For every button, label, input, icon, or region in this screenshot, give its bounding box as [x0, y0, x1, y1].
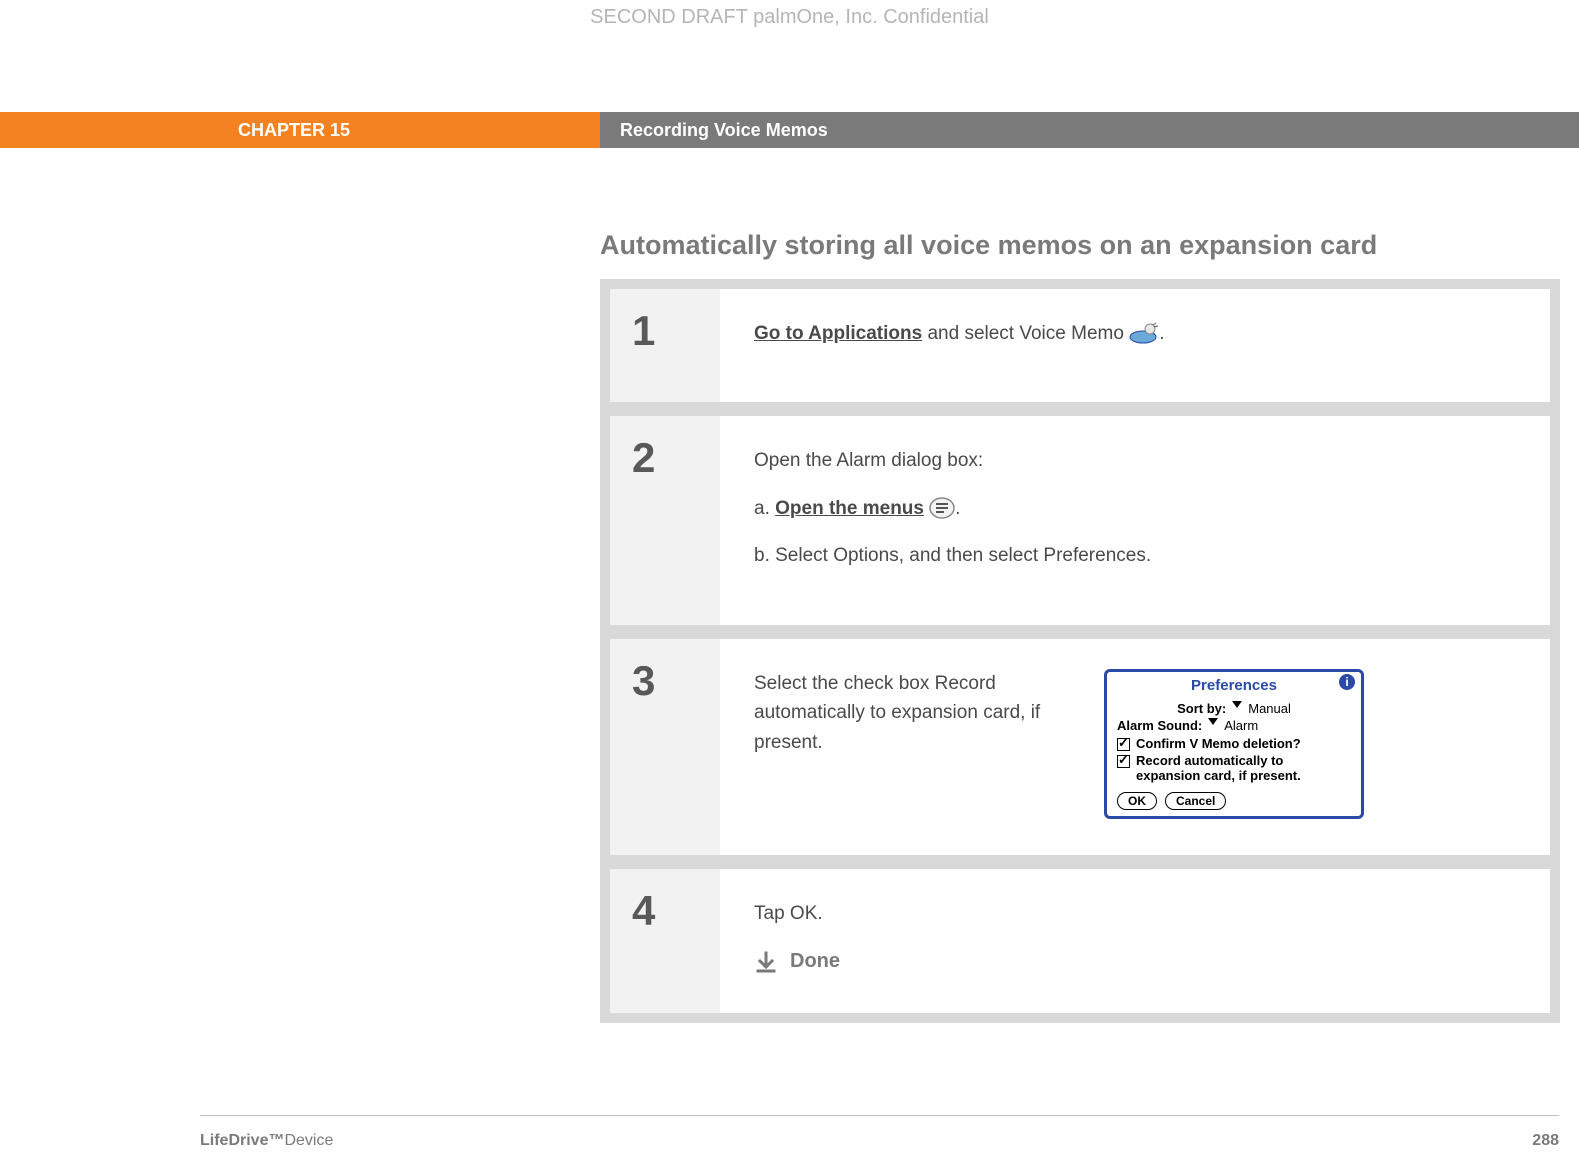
record-auto-checkbox[interactable] [1117, 755, 1130, 768]
sortby-label: Sort by: [1177, 701, 1226, 718]
record-auto-label: Record automatically to expansion card, … [1136, 754, 1351, 784]
step3-text: Select the check box Record automaticall… [754, 669, 1074, 757]
device-name: LifeDrive™Device [200, 1132, 333, 1150]
dropdown-icon[interactable] [1232, 701, 1242, 708]
preferences-title: Preferences i [1107, 672, 1361, 697]
done-arrow-icon [754, 950, 778, 974]
chapter-title: Recording Voice Memos [600, 112, 1579, 148]
step1-text: and select Voice Memo [922, 323, 1129, 344]
step2b: b. Select Options, and then select Prefe… [754, 541, 1516, 570]
confirm-deletion-checkbox[interactable] [1117, 738, 1130, 751]
device-bold: LifeDrive™ [200, 1132, 284, 1149]
chapter-bar: CHAPTER 15 Recording Voice Memos [0, 112, 1579, 148]
step-number: 1 [610, 289, 720, 402]
preferences-title-text: Preferences [1191, 677, 1277, 694]
step-row: 1 Go to Applications and select Voice Me… [610, 289, 1550, 402]
info-icon[interactable]: i [1339, 674, 1355, 690]
done-row: Done [754, 946, 1516, 977]
done-label: Done [790, 946, 840, 977]
step-row: 2 Open the Alarm dialog box: a. Open the… [610, 416, 1550, 624]
section-heading: Automatically storing all voice memos on… [600, 230, 1560, 261]
alarmsound-value[interactable]: Alarm [1224, 718, 1258, 735]
ok-button[interactable]: OK [1117, 792, 1157, 810]
step2a-period: . [955, 498, 960, 519]
menu-icon [929, 497, 955, 519]
step-number: 4 [610, 869, 720, 1013]
step-number: 2 [610, 416, 720, 624]
go-to-applications-link[interactable]: Go to Applications [754, 323, 922, 344]
page-footer: LifeDrive™Device 288 [200, 1132, 1559, 1150]
step1-period: . [1159, 323, 1164, 344]
dropdown-icon[interactable] [1208, 718, 1218, 725]
step2a-prefix: a. [754, 498, 775, 519]
step-row: 4 Tap OK. Done [610, 869, 1550, 1013]
sortby-value[interactable]: Manual [1248, 701, 1291, 718]
preferences-dialog: Preferences i Sort by: Manual Alarm Soun… [1104, 669, 1364, 819]
step-body: Open the Alarm dialog box: a. Open the m… [720, 416, 1550, 624]
alarmsound-label: Alarm Sound: [1117, 718, 1202, 735]
steps-container: 1 Go to Applications and select Voice Me… [600, 279, 1560, 1023]
voice-memo-icon [1129, 322, 1159, 344]
main-content: Automatically storing all voice memos on… [600, 230, 1560, 1023]
page-number: 288 [1532, 1132, 1559, 1150]
chapter-label: CHAPTER 15 [0, 112, 600, 148]
step-number: 3 [610, 639, 720, 855]
footer-rule [200, 1115, 1559, 1116]
step-body: Select the check box Record automaticall… [720, 639, 1550, 855]
confirm-deletion-label: Confirm V Memo deletion? [1136, 737, 1301, 752]
step-row: 3 Select the check box Record automatica… [610, 639, 1550, 855]
draft-banner: SECOND DRAFT palmOne, Inc. Confidential [0, 6, 1579, 29]
open-the-menus-link[interactable]: Open the menus [775, 498, 924, 519]
step4-text: Tap OK. [754, 899, 1516, 928]
preferences-buttons: OK Cancel [1107, 786, 1361, 810]
device-rest: Device [284, 1132, 333, 1149]
step-body: Tap OK. Done [720, 869, 1550, 1013]
preferences-body: Sort by: Manual Alarm Sound: Alarm [1107, 697, 1361, 786]
step-body: Go to Applications and select Voice Memo… [720, 289, 1550, 402]
cancel-button[interactable]: Cancel [1165, 792, 1226, 810]
step2-intro: Open the Alarm dialog box: [754, 446, 1516, 475]
